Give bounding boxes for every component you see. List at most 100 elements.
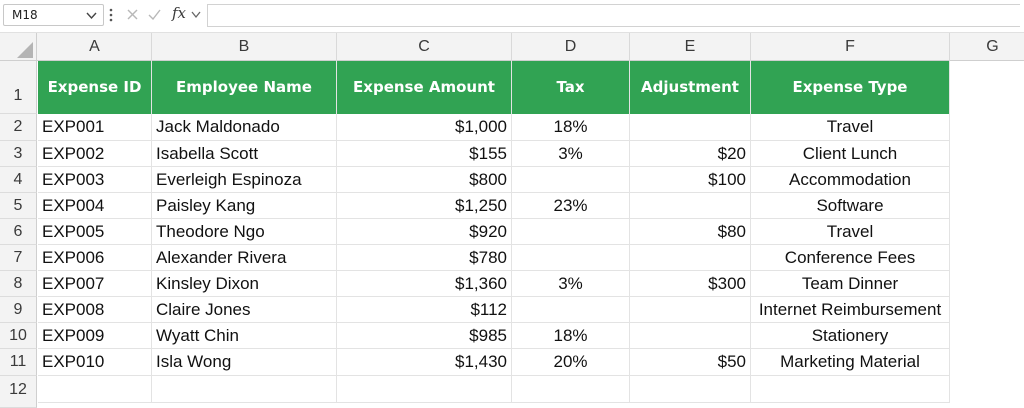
cell-expense-type[interactable]: Travel [751,219,950,245]
cell-adjustment[interactable] [630,114,751,141]
column-header-g[interactable]: G [950,33,1024,61]
row-header-8[interactable]: 8 [0,271,37,297]
column-header-c[interactable]: C [337,33,512,61]
row-header-4[interactable]: 4 [0,167,37,193]
cell-adjustment[interactable]: $50 [630,349,751,376]
row-header-11[interactable]: 11 [0,349,37,376]
cell-expense-id[interactable]: EXP007 [38,271,152,297]
header-cell-expense-amount[interactable]: Expense Amount [337,61,512,114]
cell-tax[interactable] [512,245,630,271]
empty-cell[interactable] [337,376,512,403]
name-box[interactable]: M18 [3,4,104,26]
cell-expense-type[interactable]: Stationery [751,323,950,349]
cancel-icon[interactable] [127,9,138,20]
cell-expense-id[interactable]: EXP009 [38,323,152,349]
insert-function-icon[interactable]: fx [172,4,186,22]
column-header-e[interactable]: E [630,33,751,61]
cell-tax[interactable] [512,297,630,323]
cell-expense-id[interactable]: EXP002 [38,141,152,167]
row-header-10[interactable]: 10 [0,323,37,349]
cell-expense-type[interactable]: Client Lunch [751,141,950,167]
cell-adjustment[interactable] [630,297,751,323]
empty-cell[interactable] [152,376,337,403]
row-header-2[interactable]: 2 [0,114,37,141]
cell-tax[interactable]: 3% [512,141,630,167]
row-header-5[interactable]: 5 [0,193,37,219]
column-header-d[interactable]: D [512,33,630,61]
cell-employee-name[interactable]: Wyatt Chin [152,323,337,349]
cell-expense-type[interactable]: Travel [751,114,950,141]
header-cell-adjustment[interactable]: Adjustment [630,61,751,114]
cell-adjustment[interactable]: $100 [630,167,751,193]
cell-expense-type[interactable]: Marketing Material [751,349,950,376]
cell-employee-name[interactable]: Isla Wong [152,349,337,376]
empty-cell[interactable] [630,376,751,403]
cell-expense-amount[interactable]: $1,360 [337,271,512,297]
cell-expense-amount[interactable]: $800 [337,167,512,193]
cell-tax[interactable]: 20% [512,349,630,376]
row-header-3[interactable]: 3 [0,141,37,167]
cell-adjustment[interactable]: $20 [630,141,751,167]
cell-adjustment[interactable] [630,323,751,349]
cell-adjustment[interactable] [630,193,751,219]
cell-employee-name[interactable]: Claire Jones [152,297,337,323]
cell-tax[interactable]: 18% [512,323,630,349]
cell-tax[interactable]: 3% [512,271,630,297]
cell-expense-id[interactable]: EXP003 [38,167,152,193]
row-header-6[interactable]: 6 [0,219,37,245]
chevron-down-icon[interactable] [85,9,98,22]
cell-expense-type[interactable]: Team Dinner [751,271,950,297]
header-cell-expense-id[interactable]: Expense ID [38,61,152,114]
header-cell-employee-name[interactable]: Employee Name [152,61,337,114]
cell-expense-type[interactable]: Accommodation [751,167,950,193]
header-cell-tax[interactable]: Tax [512,61,630,114]
cell-expense-id[interactable]: EXP008 [38,297,152,323]
cell-employee-name[interactable]: Alexander Rivera [152,245,337,271]
cell-expense-amount[interactable]: $155 [337,141,512,167]
cell-employee-name[interactable]: Jack Maldonado [152,114,337,141]
chevron-down-icon[interactable] [191,10,201,19]
cell-expense-type[interactable]: Internet Reimbursement [751,297,950,323]
empty-cell[interactable] [512,376,630,403]
cell-employee-name[interactable]: Theodore Ngo [152,219,337,245]
cell-employee-name[interactable]: Isabella Scott [152,141,337,167]
cell-expense-amount[interactable]: $112 [337,297,512,323]
row-header-9[interactable]: 9 [0,297,37,323]
cell-employee-name[interactable]: Paisley Kang [152,193,337,219]
check-icon[interactable] [148,9,161,20]
column-header-b[interactable]: B [152,33,337,61]
cell-expense-id[interactable]: EXP010 [38,349,152,376]
cell-expense-amount[interactable]: $780 [337,245,512,271]
cell-tax[interactable] [512,219,630,245]
cell-tax[interactable]: 23% [512,193,630,219]
cell-expense-amount[interactable]: $1,250 [337,193,512,219]
cell-expense-amount[interactable]: $1,430 [337,349,512,376]
cell-expense-type[interactable]: Conference Fees [751,245,950,271]
cell-adjustment[interactable] [630,245,751,271]
header-cell-expense-type[interactable]: Expense Type [751,61,950,114]
row-header-12[interactable]: 12 [0,376,37,408]
column-header-a[interactable]: A [38,33,152,61]
row-header-1[interactable]: 1 [0,61,37,114]
cell-expense-id[interactable]: EXP001 [38,114,152,141]
cell-expense-amount[interactable]: $920 [337,219,512,245]
cell-expense-id[interactable]: EXP006 [38,245,152,271]
cell-expense-amount[interactable]: $1,000 [337,114,512,141]
select-all-button[interactable] [0,33,37,61]
cell-adjustment[interactable]: $80 [630,219,751,245]
cell-adjustment[interactable]: $300 [630,271,751,297]
more-options-icon[interactable] [108,8,114,22]
formula-input[interactable] [207,4,1020,27]
cell-employee-name[interactable]: Kinsley Dixon [152,271,337,297]
cell-expense-id[interactable]: EXP005 [38,219,152,245]
cell-employee-name[interactable]: Everleigh Espinoza [152,167,337,193]
cell-expense-type[interactable]: Software [751,193,950,219]
empty-cell[interactable] [751,376,950,403]
cell-expense-id[interactable]: EXP004 [38,193,152,219]
cell-tax[interactable] [512,167,630,193]
cell-tax[interactable]: 18% [512,114,630,141]
row-header-7[interactable]: 7 [0,245,37,271]
cell-expense-amount[interactable]: $985 [337,323,512,349]
empty-cell[interactable] [38,376,152,403]
column-header-f[interactable]: F [751,33,950,61]
